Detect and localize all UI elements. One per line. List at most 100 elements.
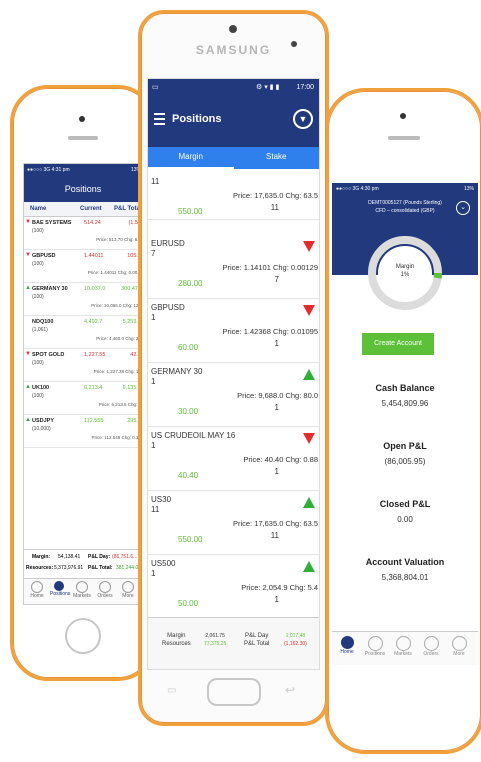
nav-home[interactable]: Home — [28, 581, 46, 599]
arrow-up-icon — [303, 497, 315, 508]
current-value: 1,227.55 — [84, 352, 106, 358]
nav-markets[interactable]: Markets — [392, 636, 414, 657]
position-qty: (100) — [32, 393, 44, 399]
right-bottom-nav: Home Positions Markets Orders More — [332, 631, 478, 665]
position-row[interactable]: UK100 (100) 6,213.4 9,135.0 Price: 6,213.5 C… — [24, 382, 142, 415]
position-qty: (10,000) — [32, 426, 51, 432]
stake-value: 1 — [274, 467, 279, 476]
position-row[interactable]: GBPUSD (100) 1.44011 105.2 Price: 1.44011 Ch… — [24, 250, 142, 283]
status-text: ●●○○○ 3G 4:30 pm — [336, 186, 379, 192]
nav-orders[interactable]: Orders — [96, 581, 114, 599]
position-row[interactable]: USDJPY (10,000) 112.555 295.0 Price: 112.549… — [24, 415, 142, 448]
stake-value: 1 — [274, 595, 279, 604]
position-qty: (100) — [32, 261, 44, 267]
position-row[interactable]: 11 550.00 Price: 17,635.0 Chg: 63.5 11 — [148, 163, 319, 220]
current-value: 10,037.0 — [84, 286, 106, 292]
status-time: 17:00 — [296, 84, 314, 91]
positions-icon — [54, 581, 64, 591]
margin-value: 280.00 — [178, 279, 203, 288]
nav-positions[interactable]: Positions — [50, 581, 70, 597]
instrument-name: USDJPY — [32, 418, 55, 424]
position-row[interactable]: GBPUSD 1 60.00 Price: 1.42368 Chg: 0.01095 1 — [148, 299, 319, 363]
resources-label: Resources: — [26, 565, 54, 571]
position-qty: (1,061) — [32, 327, 48, 333]
center-summary: Margin Resources 2,061.75 77,375.25 P&L … — [148, 617, 319, 669]
markets-icon — [76, 581, 88, 593]
position-row[interactable]: SPOT GOLD (100) 1,227.55 42.5 Price: 1,227.3… — [24, 349, 142, 382]
position-qty: 11 — [151, 177, 160, 186]
arrow-up-icon: ▲ — [25, 417, 31, 423]
battery-level: 13% — [463, 186, 474, 192]
instrument-name: EURUSD — [151, 239, 185, 248]
price-change: Price: 17,635.0 Chg: 63.5 — [232, 191, 318, 200]
margin-label: Margin — [167, 633, 186, 639]
arrow-down-icon: ▼ — [25, 252, 31, 258]
left-bottom-nav: Home Positions Markets Orders More — [24, 578, 142, 604]
notification-icon: ▭ — [152, 84, 159, 91]
back-icon[interactable]: ↩ — [285, 683, 295, 697]
nav-home[interactable]: Home — [336, 636, 358, 655]
col-current[interactable]: Current — [80, 206, 102, 212]
home-button[interactable] — [207, 678, 261, 706]
instrument-name: GERMANY 30 — [32, 286, 68, 292]
status-text: ●●○○○ 3G 4:31 pm — [27, 167, 70, 173]
stat-block: Closed P&L 0.00 — [332, 499, 478, 524]
position-row[interactable]: NDQ100 (1,061) 4,492.7 5,253.0 Price: 4,460.… — [24, 316, 142, 349]
status-bar: ▭ ⚙ ▾ ▮ ▮ 17:00 — [148, 79, 319, 97]
chevron-down-icon[interactable]: ⌄ — [456, 201, 470, 215]
status-bar: ●●○○○ 3G 4:31 pm 13% — [24, 164, 142, 176]
filter-icon[interactable]: ▼ — [293, 109, 313, 129]
position-row[interactable]: BAE SYSTEMS (100) 514.24 (1.52 Price: 513.70… — [24, 217, 142, 250]
create-account-button[interactable]: Create Account — [362, 333, 434, 355]
arrow-up-icon — [303, 369, 315, 380]
nav-label: Markets — [394, 651, 412, 657]
resources-label: Resources — [162, 641, 191, 647]
position-row[interactable]: US CRUDEOIL MAY 16 1 40.40 Price: 40.40 Chg… — [148, 427, 319, 491]
stat-block: Account Valuation 5,368,804.01 — [332, 557, 478, 582]
position-row[interactable]: US500 1 50.00 Price: 2,054.9 Chg: 5.4 1 — [148, 555, 319, 619]
front-camera — [400, 113, 406, 119]
position-qty: (100) — [32, 228, 44, 234]
nav-positions[interactable]: Positions — [364, 636, 386, 657]
position-row[interactable]: GERMANY 30 (100) 10,037.0 300,477 Price: 10,… — [24, 283, 142, 316]
speaker-grille — [388, 136, 420, 140]
resources-value: 77,375.25 — [204, 641, 227, 647]
position-qty: 1 — [151, 377, 156, 386]
brand-text: SAMSUNG — [195, 43, 272, 57]
home-icon — [31, 581, 43, 593]
price-change: Price: 17,635.0 Chg: 63.5 — [232, 519, 318, 528]
stat-block: Open P&L (86,005.95) — [332, 441, 478, 466]
arrow-down-icon: ▼ — [25, 219, 31, 225]
nav-more[interactable]: More — [119, 581, 137, 599]
margin-label: Margin: — [32, 554, 51, 560]
home-button[interactable] — [65, 618, 101, 654]
nav-label: Home — [340, 649, 354, 655]
instrument-name: UK100 — [32, 385, 50, 391]
nav-more[interactable]: More — [448, 636, 470, 657]
recent-apps-icon[interactable]: ▭ — [167, 685, 176, 696]
position-qty: 11 — [151, 505, 160, 514]
center-phone: SAMSUNG ▭ ⚙ ▾ ▮ ▮ 17:00 Positions ▼ Marg… — [138, 10, 329, 726]
nav-label: More — [453, 651, 465, 657]
nav-orders[interactable]: Orders — [420, 636, 442, 657]
margin-value: 550.00 — [178, 535, 203, 544]
price-change: Price: 40.40 Chg: 0.88 — [243, 455, 318, 464]
menu-icon[interactable] — [154, 113, 165, 125]
instrument-name: BAE SYSTEMS — [32, 220, 72, 226]
position-row[interactable]: GERMANY 30 1 30.00 Price: 9,688.0 Chg: 80.0… — [148, 363, 319, 427]
position-row[interactable]: US30 11 550.00 Price: 17,635.0 Chg: 63.5 11 — [148, 491, 319, 555]
position-qty: 7 — [151, 249, 156, 258]
pl-values: 1,017.48 (1,162.30) — [284, 632, 307, 648]
col-name[interactable]: Name — [30, 206, 46, 212]
arrow-down-icon — [303, 241, 315, 252]
stat-value: 5,368,804.01 — [381, 573, 429, 582]
arrow-up-icon: ▲ — [25, 285, 31, 291]
center-header: Positions ▼ — [148, 97, 319, 147]
arrow-down-icon — [303, 305, 315, 316]
instrument-name: GERMANY 30 — [151, 367, 203, 376]
position-row[interactable]: EURUSD 7 280.00 Price: 1.14101 Chg: 0.00129… — [148, 235, 319, 299]
instrument-name: GBPUSD — [151, 303, 185, 312]
nav-markets[interactable]: Markets — [73, 581, 91, 599]
price-change: Price: 4,460.0 Chg: 29 — [96, 336, 141, 341]
position-qty: 1 — [151, 313, 156, 322]
